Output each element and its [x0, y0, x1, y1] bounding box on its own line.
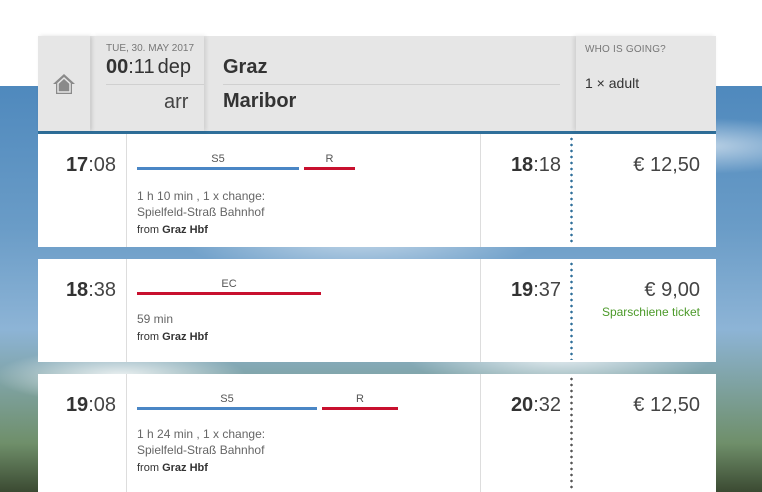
search-summary: TUE, 30. MAY 2017 00:11 dep arr Graz Mari… — [38, 36, 716, 134]
origin-station-line: from Graz Hbf — [137, 331, 208, 343]
arrival-time: 19:37 — [510, 279, 561, 301]
departure-time: 18:38 — [65, 279, 116, 301]
departure-time: 17:08 — [65, 154, 116, 176]
price-cell[interactable]: € 12,50 — [574, 374, 716, 492]
route-cell: EC 59 min from Graz Hbf — [127, 259, 481, 362]
arrival-time: 18:18 — [510, 154, 561, 176]
date-time-selector[interactable]: TUE, 30. MAY 2017 00:11 dep arr — [92, 36, 204, 131]
departure-cell: 18:38 — [38, 259, 127, 362]
departure-cell: 19:08 — [38, 374, 127, 492]
duration-text: 1 h 24 min , 1 x change: — [137, 427, 266, 441]
price: € 9,00 — [644, 279, 700, 301]
route-cell: S5 R 1 h 10 min , 1 x change: Spielfeld-… — [127, 134, 481, 247]
duration-text: 1 h 10 min , 1 x change: — [137, 189, 266, 203]
arrival-cell: 19:37 — [481, 259, 572, 362]
train-segment: EC — [137, 276, 321, 295]
from-station[interactable]: Graz — [223, 56, 267, 79]
passengers-value: 1 × adult — [585, 75, 640, 91]
departure-time[interactable]: 00:11 dep — [106, 56, 191, 79]
train-segment: R — [304, 151, 355, 170]
arrival-cell: 20:32 — [481, 374, 572, 492]
arrival-cell: 18:18 — [481, 134, 572, 247]
divider — [223, 84, 560, 85]
tariff-label: Sparschiene ticket — [601, 305, 700, 319]
duration-text: 59 min — [137, 312, 174, 326]
arrival-time: 20:32 — [510, 394, 561, 416]
departure-minute: :11 — [128, 56, 155, 78]
origin-station-line: from Graz Hbf — [137, 224, 208, 236]
connection-row[interactable]: 18:38 EC 59 min from Graz Hbf 19:37 € 9,… — [38, 259, 716, 362]
train-segment: S5 — [137, 151, 299, 170]
dotted-separator — [570, 376, 573, 490]
price-cell[interactable]: € 9,00 Sparschiene ticket — [574, 259, 716, 362]
travel-date: TUE, 30. MAY 2017 — [106, 43, 195, 54]
arr-option[interactable]: arr — [164, 91, 188, 114]
dotted-separator — [570, 136, 573, 245]
home-button[interactable] — [38, 36, 90, 131]
train-segment: S5 — [137, 391, 317, 410]
departure-cell: 17:08 — [38, 134, 127, 247]
divider — [106, 84, 204, 85]
change-station: Spielfeld-Straß Bahnhof — [137, 443, 265, 457]
departure-hour: 00 — [106, 56, 129, 78]
dotted-separator — [570, 261, 573, 360]
price: € 12,50 — [633, 394, 700, 416]
passengers-selector[interactable]: WHO IS GOING? 1 × adult — [576, 36, 716, 131]
route-cell: S5 R 1 h 24 min , 1 x change: Spielfeld-… — [127, 374, 481, 492]
price-cell[interactable]: € 12,50 — [574, 134, 716, 247]
dep-label: dep — [157, 56, 191, 78]
origin-station-line: from Graz Hbf — [137, 462, 208, 474]
connection-row[interactable]: 19:08 S5 R 1 h 24 min , 1 x change: Spie… — [38, 374, 716, 492]
train-segment: R — [322, 391, 398, 410]
change-station: Spielfeld-Straß Bahnhof — [137, 205, 265, 219]
connection-row[interactable]: 17:08 S5 R 1 h 10 min , 1 x change: Spie… — [38, 134, 716, 247]
price: € 12,50 — [633, 154, 700, 176]
who-is-going-label: WHO IS GOING? — [585, 44, 666, 55]
station-fields: Graz Maribor — [206, 36, 576, 131]
to-station[interactable]: Maribor — [223, 90, 296, 113]
departure-time: 19:08 — [65, 394, 116, 416]
home-icon — [53, 73, 75, 94]
